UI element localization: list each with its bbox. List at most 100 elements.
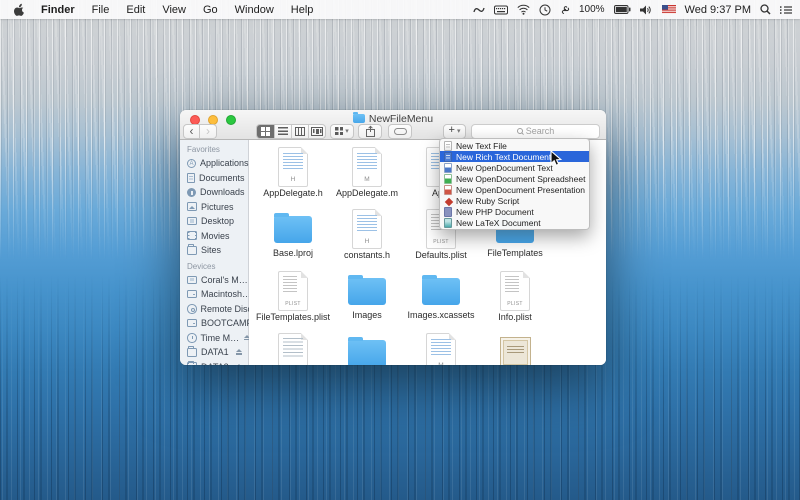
file-item[interactable] [256,331,330,365]
file-item[interactable] [330,331,404,365]
sidebar-item[interactable]: Macintosh… [187,287,246,302]
sidebar-item[interactable]: Pictures [187,200,246,215]
menu-item[interactable]: New OpenDocument Text [440,162,589,173]
sidebar-icon [187,231,197,240]
menubar-menu[interactable]: View [162,4,186,16]
search-input[interactable]: Search [471,124,600,139]
menubar-menu[interactable]: File [92,4,110,16]
tag-button[interactable] [388,124,412,139]
spotlight-icon[interactable] [760,4,771,15]
menu-item[interactable]: New PHP Document [440,206,589,217]
menu-item-label: New LaTeX Document [456,218,541,228]
document-type-icon [444,185,452,195]
document-type-icon [444,196,452,206]
sidebar-icon [187,173,195,183]
sidebar-item[interactable]: Documents [187,171,246,186]
eject-icon[interactable] [235,349,242,355]
file-name: constants.h [344,250,390,260]
menu-item[interactable]: New OpenDocument Presentation [440,184,589,195]
keyboard-icon[interactable] [494,5,508,15]
file-item[interactable]: PLIST FileTemplates.plist [256,269,330,331]
file-name: AppDelegate.h [263,188,323,198]
sidebar-item[interactable]: BOOTCAMP [187,316,246,331]
sidebar-item-label: Remote Disc [201,304,253,314]
file-item[interactable]: M [404,331,478,365]
sidebar-item[interactable]: Sites [187,243,246,258]
search-placeholder: Search [526,126,555,136]
file-icon: PLIST [500,271,530,311]
menu-item[interactable]: New LaTeX Document [440,217,589,228]
us-flag-icon[interactable] [662,5,676,14]
sidebar-item-label: Documents [199,173,245,183]
sidebar-item-label: Desktop [201,216,234,226]
menubar-clock[interactable]: Wed 9:37 PM [685,4,751,16]
column-view-button[interactable] [291,125,308,138]
battery-icon[interactable] [614,5,631,14]
sidebar-icon [187,290,197,298]
sidebar-icon [187,246,197,255]
menu-item[interactable]: New Ruby Script [440,195,589,206]
file-item[interactable]: PLIST Info.plist [478,269,552,331]
arrange-button[interactable]: ▾ [330,124,354,139]
apple-icon[interactable] [13,3,24,16]
sidebar-item[interactable]: DATA2 [187,360,246,366]
sidebar-icon [187,217,197,225]
file-item[interactable] [478,331,552,365]
sidebar-icon [187,319,197,327]
sidebar-item[interactable]: Applications [187,156,246,171]
sidebar-item[interactable]: Downloads [187,185,246,200]
time-machine-icon[interactable] [539,4,551,16]
nav-buttons: ‹ › [183,124,217,139]
file-item[interactable]: Images [330,269,404,331]
menu-item[interactable]: New OpenDocument Spreadsheet [440,173,589,184]
file-icon-badge: PLIST [427,239,455,245]
new-file-button[interactable]: +▾ [443,124,466,139]
document-type-icon [444,218,452,228]
sidebar-item-label: Pictures [201,202,234,212]
file-item[interactable]: Images.xcassets [404,269,478,331]
sidebar-item[interactable]: DATA1 [187,345,246,360]
sidebar-item[interactable]: Time M… [187,331,246,346]
squiggle-icon[interactable] [473,5,485,15]
menubar-menu[interactable]: Finder [41,4,75,16]
coverflow-view-button[interactable] [308,125,325,138]
fan-icon[interactable] [560,5,570,15]
file-item[interactable]: M AppDelegate.m [330,145,404,207]
sidebar-devices-header: Devices [187,261,246,273]
sidebar-item[interactable]: Coral's M… [187,273,246,288]
file-item[interactable]: H constants.h [330,207,404,269]
menubar-menu[interactable]: Window [235,4,274,16]
file-item[interactable]: Base.lproj [256,207,330,269]
menubar-menu[interactable]: Edit [126,4,145,16]
file-icon [278,333,308,365]
icon-view-button[interactable] [257,125,274,138]
document-type-icon [444,207,452,217]
sidebar-item[interactable]: Movies [187,229,246,244]
sidebar-item-label: Macintosh… [201,289,251,299]
desktop: { "menubar": { "apple_icon": "apple-icon… [0,0,800,500]
list-view-button[interactable] [274,125,291,138]
sidebar-icon [187,159,196,168]
eject-icon[interactable] [235,364,242,365]
title-bar[interactable]: NewFileMenu ‹ › ▾ +▾ Search [180,110,606,140]
notification-center-icon[interactable] [780,5,792,15]
forward-button[interactable]: › [200,124,217,139]
sidebar-item[interactable]: Remote Disc [187,302,246,317]
wifi-icon[interactable] [517,4,530,15]
menu-item[interactable]: New Text File [440,140,589,151]
menu-item[interactable]: New Rich Text Document [440,151,589,162]
sidebar-item-label: Applications [200,158,249,168]
file-icon: H [278,147,308,187]
document-type-icon [444,141,452,151]
menubar-menu[interactable]: Go [203,4,218,16]
tag-icon [394,128,407,135]
volume-icon[interactable] [640,5,653,15]
back-button[interactable]: ‹ [183,124,200,139]
menubar-menu[interactable]: Help [291,4,314,16]
sidebar-item[interactable]: Desktop [187,214,246,229]
new-file-menu: New Text File New Rich Text Document New… [439,138,590,230]
file-item[interactable]: H AppDelegate.h [256,145,330,207]
file-name: AppDelegate.m [336,188,398,198]
file-icon-badge: M [353,176,381,183]
share-button[interactable] [358,124,382,139]
